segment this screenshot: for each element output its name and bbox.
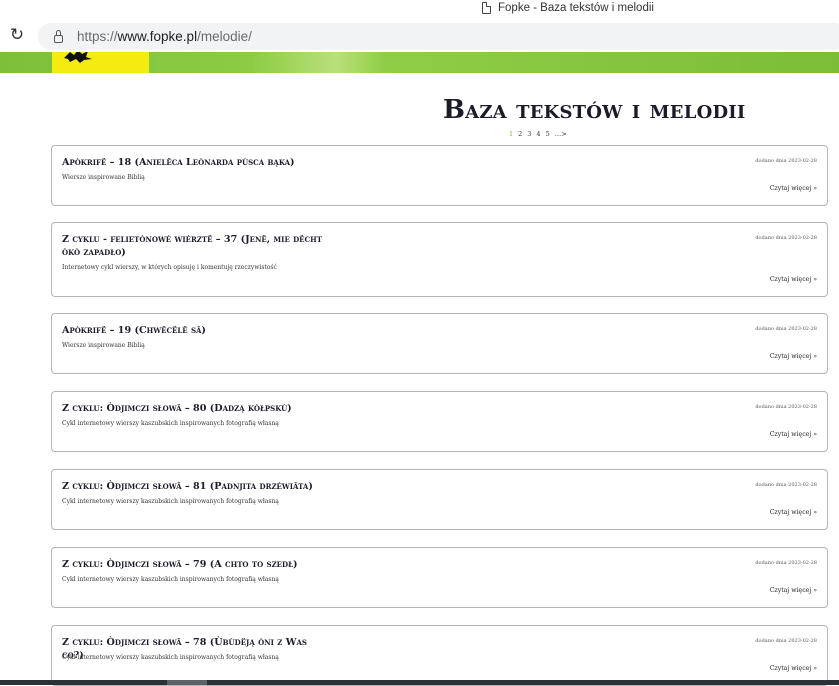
post-title[interactable]: Z cyklu - felietònowé wiérztë – 37 (Jenë…	[62, 233, 327, 259]
read-more-link[interactable]: Czytaj więcej »	[770, 353, 817, 360]
post-title[interactable]: Z cyklu: Òdjimczi słowã – 81 (Padnjita d…	[62, 480, 322, 493]
post-card: Z cyklu: Òdjimczi słowã – 78 (Ùbùdëją òn…	[51, 625, 828, 686]
post-date: dodano dnia 2023-02-28	[755, 158, 817, 164]
post-card: Apòkrifë – 19 (Chwëcëlë sã) Wiersze insp…	[51, 313, 828, 374]
reload-icon[interactable]: ↻	[8, 26, 26, 44]
post-title[interactable]: Apòkrifë – 18 (Anielëca Leònarda pùsca b…	[62, 156, 322, 169]
browser-tab-bar: Fopke - Baza tekstów i melodii	[0, 0, 839, 20]
url-field[interactable]: https://www.fopke.pl/melodie/	[38, 23, 839, 50]
read-more-link[interactable]: Czytaj więcej »	[770, 431, 817, 438]
page-link-4[interactable]: 4	[536, 130, 540, 138]
post-date: dodano dnia 2023-02-28	[755, 404, 817, 410]
post-card: Z cyklu: Òdjimczi słowã – 81 (Padnjita d…	[51, 469, 828, 530]
taskbar-item[interactable]	[167, 680, 207, 685]
post-subtitle: Cykl internetowy wierszy kaszubskich ins…	[62, 420, 279, 427]
pagination: 1 2 3 4 5 …>	[509, 130, 567, 138]
url-text[interactable]: https://www.fopke.pl/melodie/	[77, 29, 252, 44]
address-bar-row: ↻ https://www.fopke.pl/melodie/	[0, 20, 839, 52]
post-date: dodano dnia 2023-02-28	[755, 560, 817, 566]
page-link-3[interactable]: 3	[527, 130, 531, 138]
read-more-link[interactable]: Czytaj więcej »	[770, 665, 817, 672]
post-card: Z cyklu: Òdjimczi słowã – 80 (Dadzą kòłp…	[51, 391, 828, 452]
page-link-next[interactable]: …>	[555, 130, 567, 138]
read-more-link[interactable]: Czytaj więcej »	[770, 509, 817, 516]
read-more-link[interactable]: Czytaj więcej »	[770, 587, 817, 594]
post-card: Z cyklu - felietònowé wiérztë – 37 (Jenë…	[51, 222, 828, 297]
post-date: dodano dnia 2023-02-28	[755, 326, 817, 332]
page-link-2[interactable]: 2	[518, 130, 522, 138]
post-title[interactable]: Z cyklu: Òdjimczi słowã – 80 (Dadzą kòłp…	[62, 402, 322, 415]
lock-icon[interactable]	[54, 29, 63, 43]
tab-title: Fopke - Baza tekstów i melodii	[498, 2, 654, 14]
page-title: Baza tekstów i melodii	[443, 95, 746, 125]
page-icon	[482, 2, 491, 14]
post-card: Z cyklu: Òdjimczi słowã – 79 (A chto to …	[51, 547, 828, 608]
griffin-icon	[64, 52, 92, 63]
page-link-1[interactable]: 1	[509, 130, 513, 138]
post-title[interactable]: Apòkrifë – 19 (Chwëcëlë sã)	[62, 324, 322, 337]
page-link-5[interactable]: 5	[546, 130, 550, 138]
post-date: dodano dnia 2023-02-28	[755, 235, 817, 241]
post-subtitle: Wiersze inspirowane Biblią	[62, 342, 145, 349]
post-subtitle: Internetowy cykl wierszy, w których opis…	[62, 264, 277, 271]
site-header-banner	[0, 52, 839, 73]
post-subtitle: Cykl internetowy wierszy kaszubskich ins…	[62, 498, 279, 505]
taskbar-strip	[0, 680, 839, 685]
post-title[interactable]: Z cyklu: Òdjimczi słowã – 79 (A chto to …	[62, 558, 322, 571]
kashubian-flag-logo[interactable]	[52, 52, 149, 73]
read-more-link[interactable]: Czytaj więcej »	[770, 185, 817, 192]
post-date: dodano dnia 2023-02-28	[755, 638, 817, 644]
post-subtitle: Cykl internetowy wierszy kaszubskich ins…	[62, 654, 279, 661]
post-card: Apòkrifë – 18 (Anielëca Leònarda pùsca b…	[51, 145, 828, 206]
post-date: dodano dnia 2023-02-28	[755, 482, 817, 488]
browser-tab[interactable]: Fopke - Baza tekstów i melodii	[482, 0, 654, 16]
read-more-link[interactable]: Czytaj więcej »	[770, 276, 817, 283]
post-subtitle: Wiersze inspirowane Biblią	[62, 174, 145, 181]
post-subtitle: Cykl internetowy wierszy kaszubskich ins…	[62, 576, 279, 583]
